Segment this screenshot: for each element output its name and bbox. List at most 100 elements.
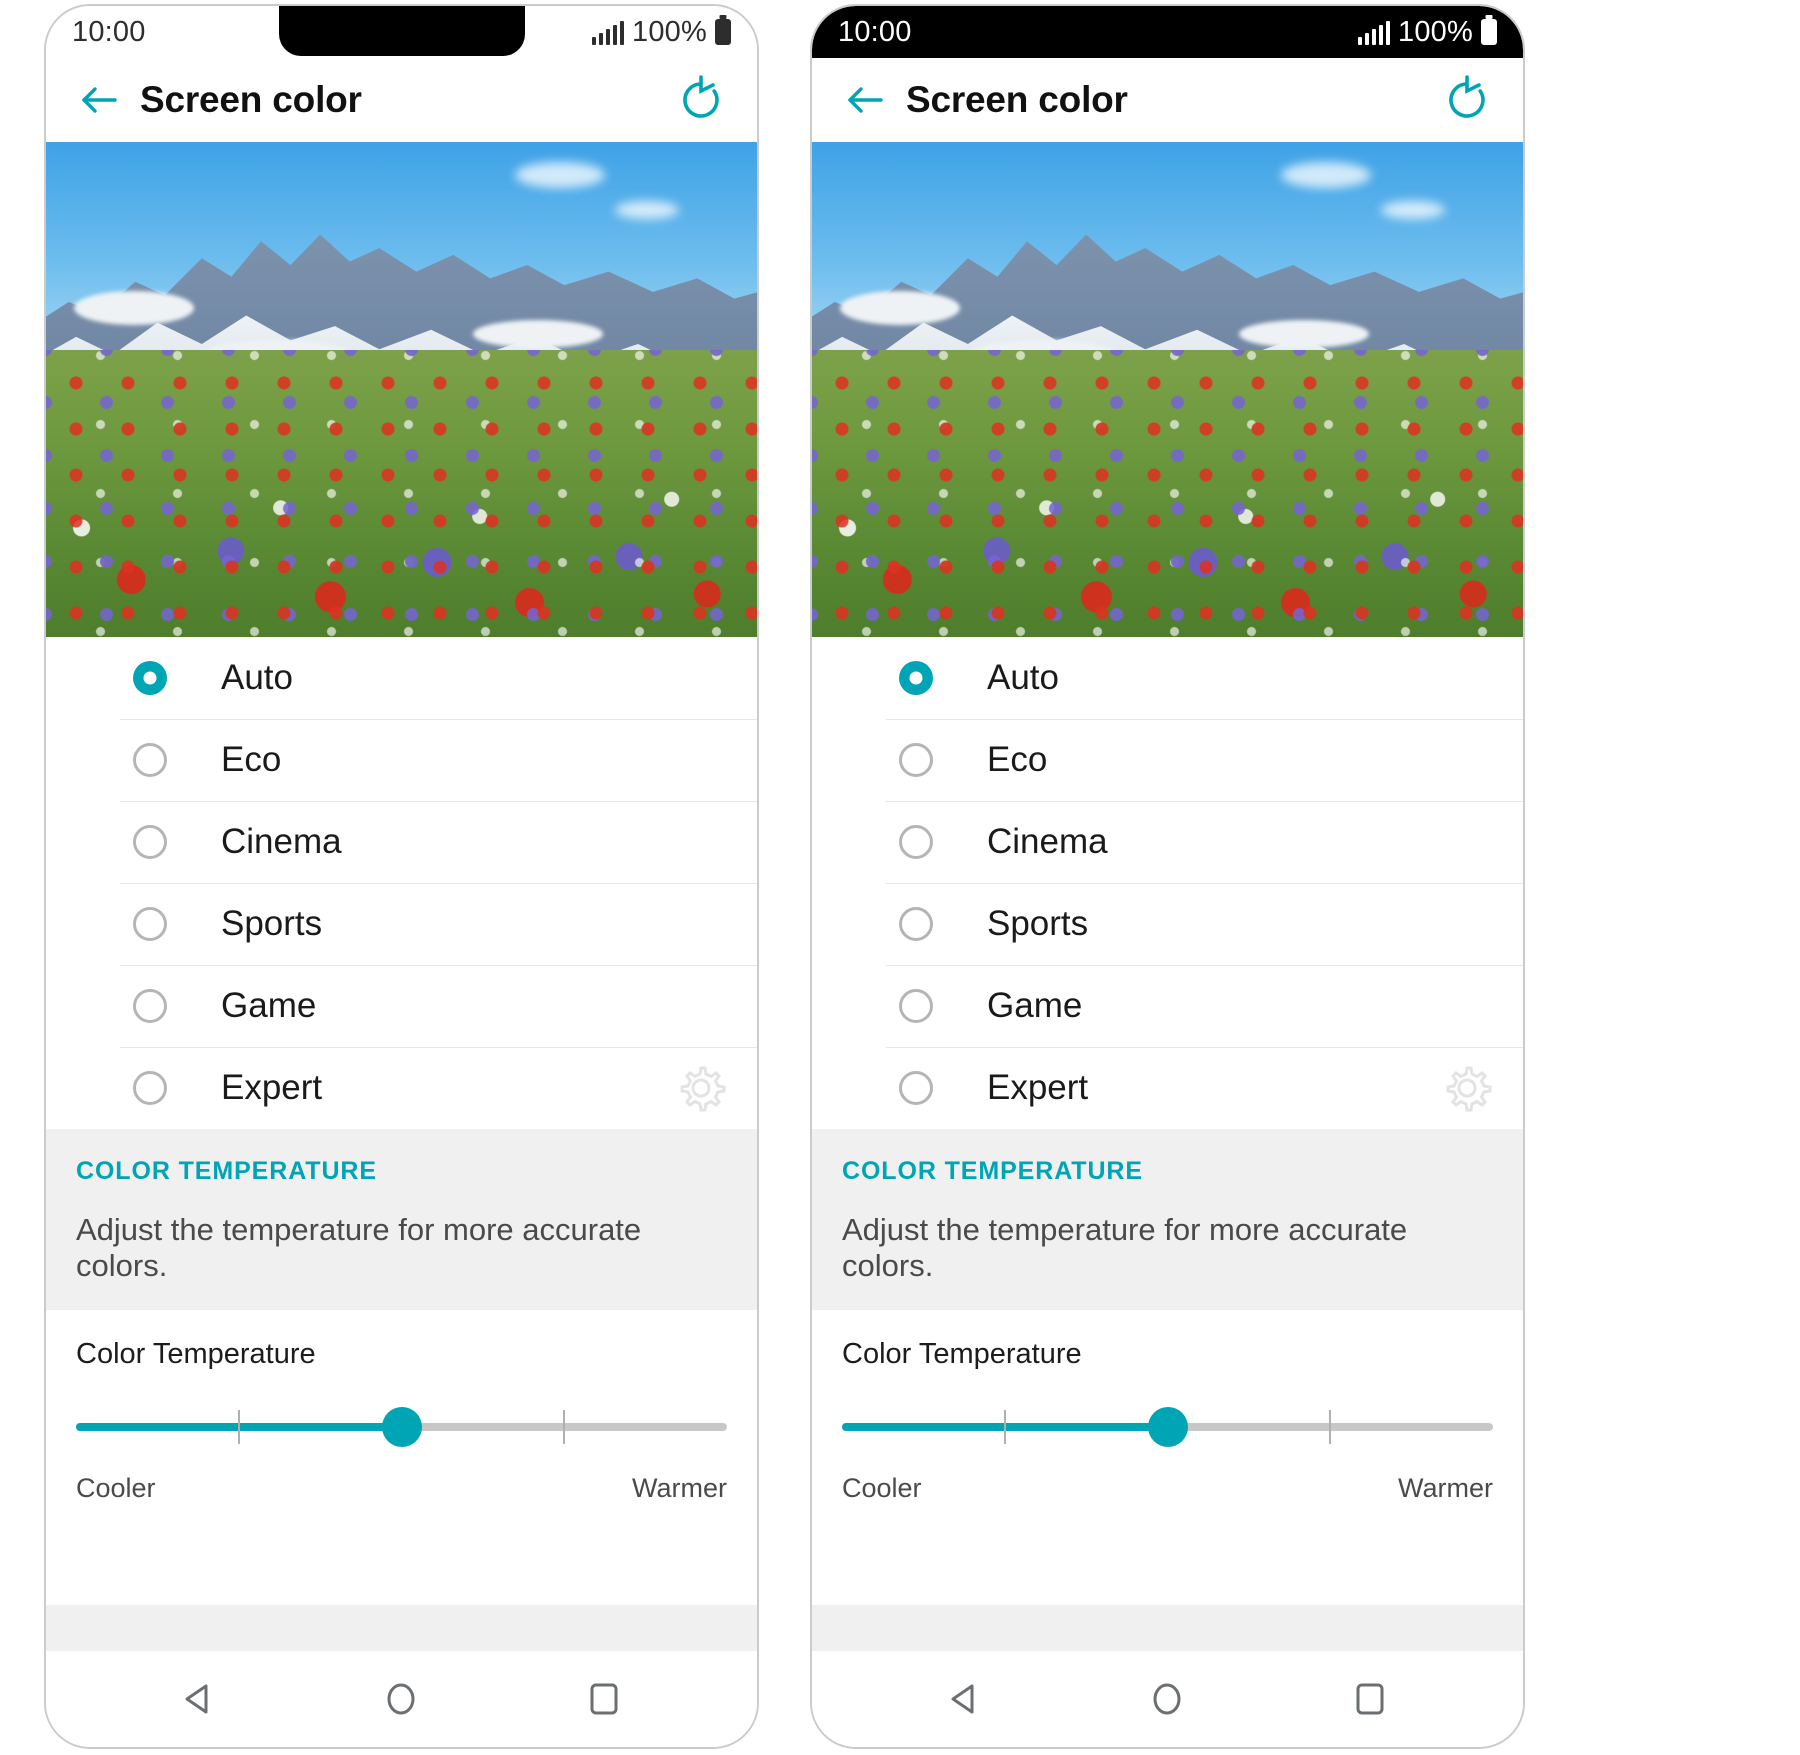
option-row-auto[interactable]: Auto bbox=[812, 637, 1523, 719]
screenshot-stage: 10:00 100% Screen color Auto Eco Cinema … bbox=[0, 0, 1800, 1755]
slider-thumb[interactable] bbox=[381, 1407, 422, 1447]
gear-icon[interactable] bbox=[1441, 1062, 1493, 1114]
color-temperature-slider[interactable] bbox=[842, 1397, 1493, 1457]
radio-sports[interactable] bbox=[133, 907, 167, 941]
reset-refresh-icon[interactable] bbox=[1441, 74, 1493, 126]
status-time: 10:00 bbox=[72, 15, 146, 48]
option-row-cinema[interactable]: Cinema bbox=[812, 801, 1523, 883]
slider-min-label: Cooler bbox=[76, 1473, 156, 1503]
section-title: COLOR TEMPERATURE bbox=[76, 1157, 377, 1185]
option-row-auto[interactable]: Auto bbox=[46, 637, 757, 719]
phone-device-right: 10:00 100% Screen color Auto Eco Cinema … bbox=[810, 4, 1525, 1749]
radio-cinema[interactable] bbox=[133, 825, 167, 859]
slider-min-label: Cooler bbox=[842, 1473, 922, 1503]
nav-recents-icon[interactable] bbox=[1338, 1667, 1402, 1731]
color-temperature-control: Color Temperature Cooler Warmer bbox=[812, 1310, 1523, 1605]
display-notch bbox=[278, 6, 525, 56]
bottom-spacer bbox=[812, 1605, 1523, 1651]
phone-device-left: 10:00 100% Screen color Auto Eco Cinema … bbox=[44, 4, 759, 1749]
option-label-eco: Eco bbox=[987, 740, 1048, 779]
battery-percent-label: 100% bbox=[1398, 15, 1473, 48]
signal-bars-icon bbox=[1357, 20, 1391, 45]
option-label-game: Game bbox=[221, 986, 317, 1025]
status-bar: 10:00 100% bbox=[812, 6, 1523, 58]
preview-snow-patch bbox=[840, 290, 961, 325]
nav-back-icon[interactable] bbox=[933, 1667, 997, 1731]
option-row-game[interactable]: Game bbox=[46, 965, 757, 1047]
battery-percent-label: 100% bbox=[632, 15, 707, 48]
preview-image bbox=[46, 142, 757, 637]
option-row-sports[interactable]: Sports bbox=[812, 883, 1523, 965]
radio-game[interactable] bbox=[899, 989, 933, 1023]
reset-refresh-icon[interactable] bbox=[675, 74, 727, 126]
option-label-sports: Sports bbox=[987, 904, 1089, 943]
option-label-expert: Expert bbox=[221, 1068, 323, 1107]
color-temperature-control: Color Temperature Cooler Warmer bbox=[46, 1310, 757, 1605]
status-time: 10:00 bbox=[838, 15, 912, 48]
navigation-bar bbox=[46, 1651, 757, 1747]
status-bar: 10:00 100% bbox=[46, 6, 757, 58]
preview-flowers bbox=[46, 349, 757, 637]
nav-home-icon[interactable] bbox=[369, 1667, 433, 1731]
screen-color-options: Auto Eco Cinema Sports Game Expert bbox=[46, 637, 757, 1129]
battery-full-icon bbox=[715, 19, 731, 45]
nav-recents-icon[interactable] bbox=[572, 1667, 636, 1731]
option-row-eco[interactable]: Eco bbox=[812, 719, 1523, 801]
preview-cloud bbox=[1281, 161, 1372, 188]
preview-flowers bbox=[812, 349, 1523, 637]
preview-cloud bbox=[515, 161, 606, 188]
signal-bars-icon bbox=[591, 20, 625, 45]
option-row-expert[interactable]: Expert bbox=[46, 1047, 757, 1129]
back-arrow-icon[interactable] bbox=[842, 77, 888, 123]
gear-icon[interactable] bbox=[675, 1062, 727, 1114]
radio-sports[interactable] bbox=[899, 907, 933, 941]
color-temperature-section-header: COLOR TEMPERATURE Adjust the temperature… bbox=[812, 1129, 1523, 1310]
nav-back-icon[interactable] bbox=[167, 1667, 231, 1731]
color-temperature-slider[interactable] bbox=[76, 1397, 727, 1457]
radio-cinema[interactable] bbox=[899, 825, 933, 859]
option-label-expert: Expert bbox=[987, 1068, 1089, 1107]
radio-expert[interactable] bbox=[899, 1071, 933, 1105]
option-label-eco: Eco bbox=[221, 740, 282, 779]
radio-game[interactable] bbox=[133, 989, 167, 1023]
slider-label: Color Temperature bbox=[842, 1338, 1082, 1370]
radio-auto[interactable] bbox=[899, 661, 933, 695]
page-title: Screen color bbox=[906, 79, 1128, 120]
slider-tick bbox=[1003, 1410, 1006, 1444]
slider-tick bbox=[563, 1410, 566, 1444]
option-row-expert[interactable]: Expert bbox=[812, 1047, 1523, 1129]
phone-screen-right: 10:00 100% Screen color Auto Eco Cinema … bbox=[812, 6, 1523, 1747]
option-row-cinema[interactable]: Cinema bbox=[46, 801, 757, 883]
radio-eco[interactable] bbox=[899, 743, 933, 777]
phone-screen-left: 10:00 100% Screen color Auto Eco Cinema … bbox=[46, 6, 757, 1747]
option-label-auto: Auto bbox=[987, 658, 1059, 697]
option-row-eco[interactable]: Eco bbox=[46, 719, 757, 801]
preview-snow-patch bbox=[74, 290, 195, 325]
slider-thumb[interactable] bbox=[1147, 1407, 1188, 1447]
app-bar: Screen color bbox=[46, 58, 757, 142]
option-row-sports[interactable]: Sports bbox=[46, 883, 757, 965]
page-title: Screen color bbox=[140, 79, 362, 120]
option-label-game: Game bbox=[987, 986, 1083, 1025]
slider-max-label: Warmer bbox=[1398, 1473, 1493, 1503]
slider-end-labels: Cooler Warmer bbox=[842, 1473, 1493, 1504]
slider-label: Color Temperature bbox=[76, 1338, 316, 1370]
back-arrow-icon[interactable] bbox=[76, 77, 122, 123]
radio-eco[interactable] bbox=[133, 743, 167, 777]
option-label-cinema: Cinema bbox=[221, 822, 342, 861]
radio-expert[interactable] bbox=[133, 1071, 167, 1105]
preview-snow-patch bbox=[472, 320, 603, 349]
battery-full-icon bbox=[1481, 19, 1497, 45]
option-row-game[interactable]: Game bbox=[812, 965, 1523, 1047]
section-title: COLOR TEMPERATURE bbox=[842, 1157, 1143, 1185]
app-bar: Screen color bbox=[812, 58, 1523, 142]
radio-auto[interactable] bbox=[133, 661, 167, 695]
color-temperature-section-header: COLOR TEMPERATURE Adjust the temperature… bbox=[46, 1129, 757, 1310]
section-description: Adjust the temperature for more accurate… bbox=[76, 1212, 642, 1283]
nav-home-icon[interactable] bbox=[1135, 1667, 1199, 1731]
section-description: Adjust the temperature for more accurate… bbox=[842, 1212, 1408, 1283]
option-label-auto: Auto bbox=[221, 658, 293, 697]
bottom-spacer bbox=[46, 1605, 757, 1651]
slider-tick bbox=[237, 1410, 240, 1444]
status-indicators: 100% bbox=[1357, 15, 1497, 49]
